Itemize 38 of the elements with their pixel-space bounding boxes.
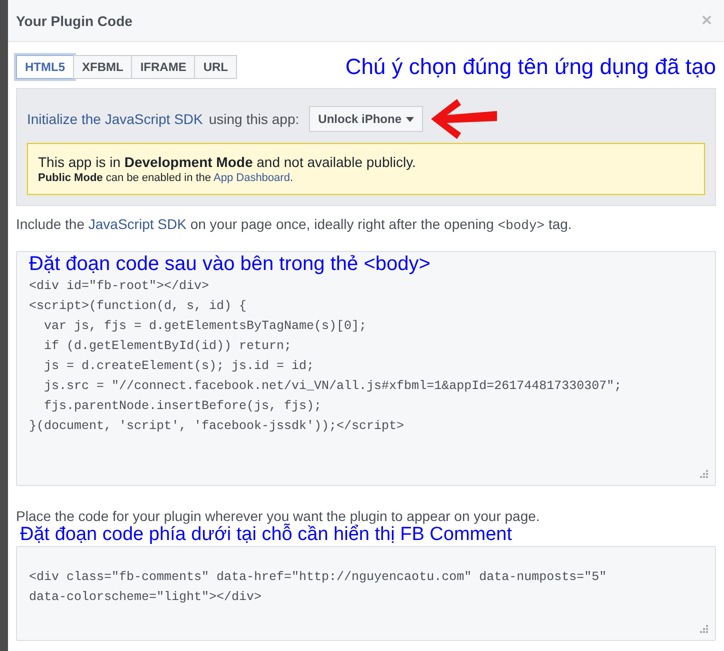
period-text: . — [290, 172, 294, 184]
code-line: js.src = "//connect.facebook.net/vi_VN/all.js#xfbml=1&appId=261744817330307"; — [43, 378, 623, 395]
resize-grip-icon[interactable] — [699, 624, 709, 634]
code-line: <div id="fb-root"></div> — [29, 278, 210, 295]
sdk-link[interactable]: Initialize the JavaScript SDK — [27, 111, 203, 127]
annotation-text: Chú ý chọn đúng tên ứng dụng đã tạo — [345, 54, 716, 80]
javascript-sdk-link[interactable]: JavaScript SDK — [88, 216, 186, 232]
app-dropdown[interactable]: Unlock iPhone — [309, 106, 422, 132]
format-tab[interactable]: XFBML — [73, 55, 132, 79]
code-line: var js, fjs = d.getElementsByTagName(s)[0]; — [43, 318, 368, 335]
code-line: if (d.getElementById(id)) return; — [43, 338, 293, 355]
sdk-label: using this app: — [208, 111, 300, 127]
notice-detail: can be enabled in the — [106, 172, 212, 184]
code-line: <div class="fb-comments" data-href="http://nguyencaotu.com" data-numposts="5" — [29, 569, 608, 586]
format-tab[interactable]: IFRAME — [131, 55, 196, 79]
annotation-text: Đặt đoạn code sau vào bên trong thẻ <body> — [29, 252, 432, 276]
resize-grip-icon[interactable] — [699, 469, 709, 479]
include-text: Include the — [16, 216, 84, 232]
code-line: js = d.createElement(s); js.id = id; — [43, 358, 316, 375]
include-text-end: tag. — [548, 216, 572, 232]
code-line: }(document, 'script', 'facebook-jssdk'));</script> — [29, 418, 406, 435]
app-dashboard-link[interactable]: App Dashboard — [214, 172, 290, 184]
notice-text: This app is in Development Mode and not available publicly. — [38, 154, 417, 170]
code-line: <script>(function(d, s, id) { — [29, 298, 248, 315]
code-line: data-colorscheme="light"></div> — [29, 589, 263, 606]
plugin-code-box[interactable]: <div class="fb-comments" data-href="http://nguyencaotu.com" data-numposts="5" data-colorscheme="light"></div> — [16, 546, 716, 641]
public-mode-label: Public Mode — [38, 172, 103, 184]
body-tag-code: <body> — [498, 218, 545, 233]
arrow-drawing — [428, 97, 498, 141]
code-line: fjs.parentNode.insertBefore(js, fjs); — [43, 398, 323, 415]
format-tab[interactable]: HTML5 — [16, 55, 74, 79]
caret-icon — [406, 116, 414, 122]
sdk-code-box[interactable] — [16, 251, 716, 486]
dialog-title: Your Plugin Code — [16, 12, 132, 28]
include-text-middle: on your page once, ideally right after the opening — [190, 216, 494, 232]
format-tab[interactable]: URL — [194, 55, 237, 79]
annotation-text: Đặt đoạn code phía dưới tại chỗ cần hiển thị FB Comment — [20, 524, 512, 546]
place-text: Place the code for your plugin wherever you want the plugin to appear on your page. — [16, 508, 541, 524]
